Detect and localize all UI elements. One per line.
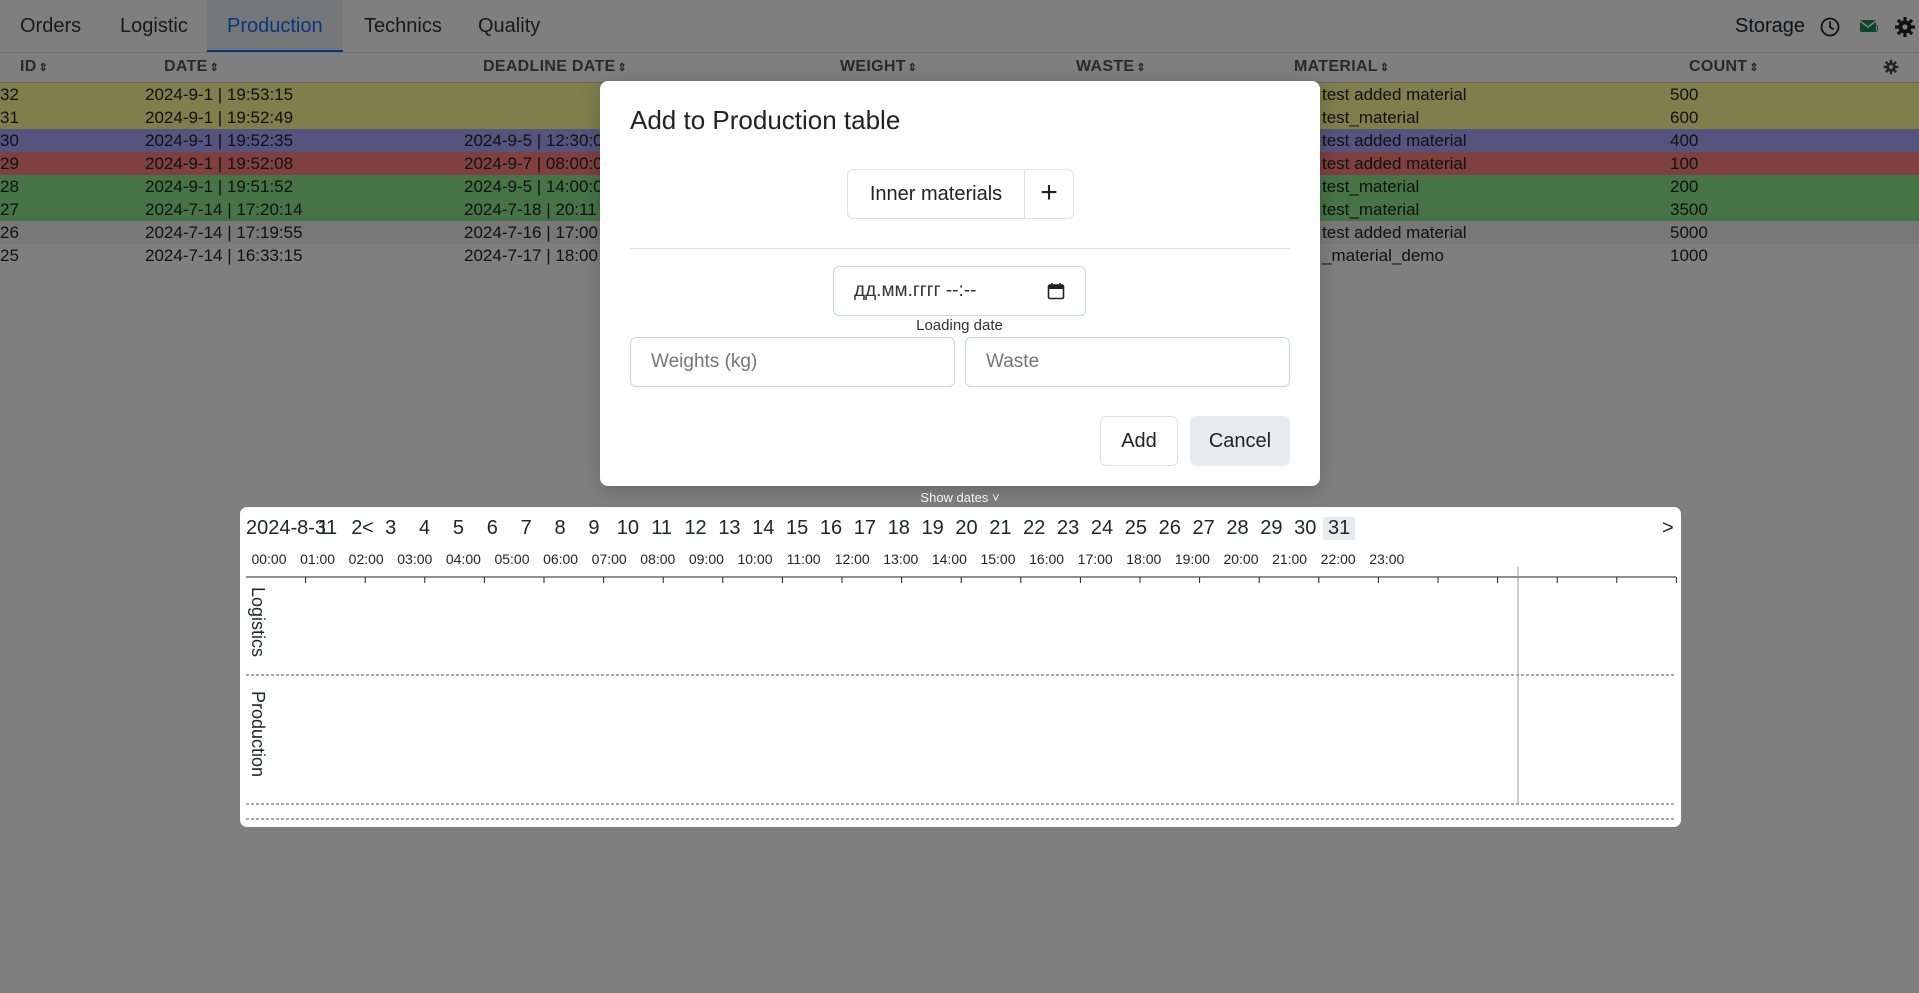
add-material-button[interactable]: + bbox=[1024, 169, 1074, 219]
loading-date-placeholder: дд.мм.гггг --:-- bbox=[854, 280, 977, 301]
lane-logistics: Logistics bbox=[246, 587, 270, 677]
timeline-grid bbox=[246, 567, 1677, 820]
waste-input[interactable] bbox=[965, 337, 1290, 387]
lane-label-logistics: Logistics bbox=[248, 587, 268, 658]
timeline-panel: 2024-8-31 < > 1 2 3 4 5 6 7 8 9 10 11 12 13 14 15 16 17 1… bbox=[240, 507, 1681, 827]
app-root: Orders Logistic Production Technics Qual… bbox=[0, 0, 1919, 993]
add-button[interactable]: Add bbox=[1100, 416, 1178, 466]
lane-production: Production bbox=[246, 691, 270, 791]
add-production-modal: Add to Production table Inner materials … bbox=[600, 81, 1320, 486]
loading-date-input[interactable]: дд.мм.гггг --:-- bbox=[833, 266, 1086, 316]
lane-label-production: Production bbox=[248, 691, 268, 778]
loading-date-label: Loading date bbox=[916, 317, 1003, 334]
cancel-button[interactable]: Cancel bbox=[1190, 416, 1290, 466]
weights-input[interactable] bbox=[630, 337, 955, 387]
inner-materials-button[interactable]: Inner materials bbox=[847, 169, 1025, 219]
modal-divider bbox=[630, 248, 1290, 249]
modal-title: Add to Production table bbox=[630, 105, 901, 135]
calendar-icon[interactable] bbox=[1047, 282, 1065, 300]
show-dates-toggle[interactable]: Show dates ˅ bbox=[900, 490, 1020, 505]
